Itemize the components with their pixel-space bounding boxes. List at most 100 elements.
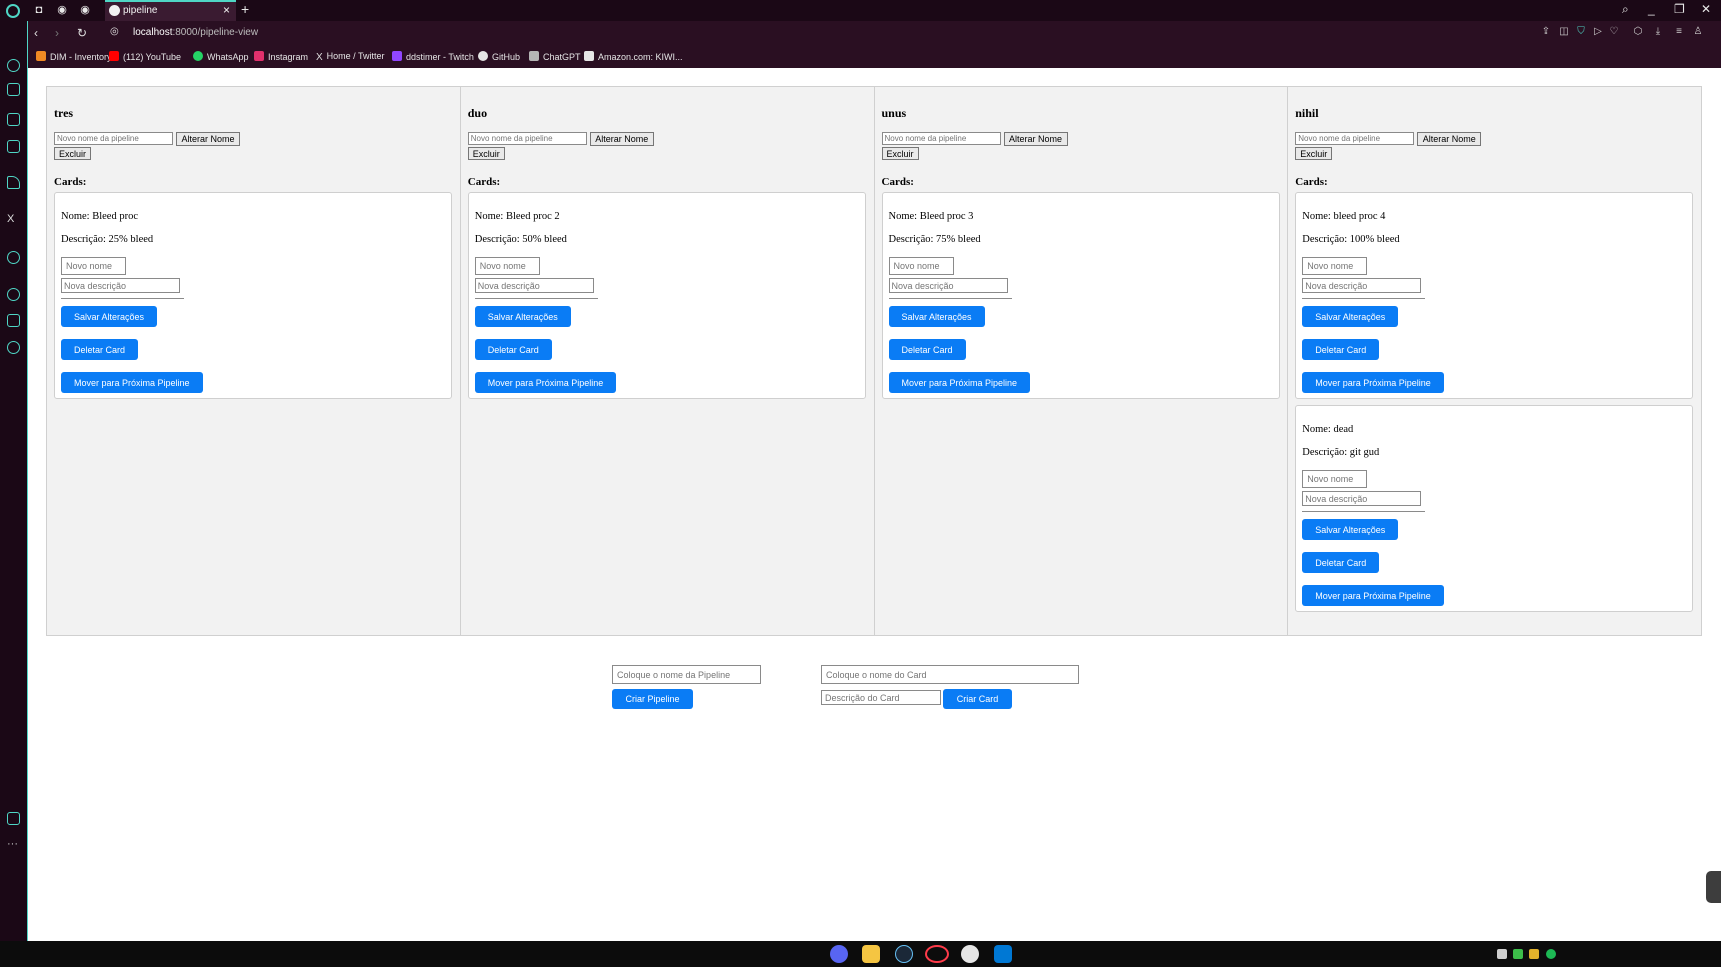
- card-description-input[interactable]: [1302, 491, 1422, 506]
- pipeline-rename-input[interactable]: [1295, 132, 1415, 145]
- delete-card-button[interactable]: Deletar Card: [61, 339, 139, 360]
- delete-pipeline-button[interactable]: Excluir: [467, 147, 505, 160]
- new-tab-icon[interactable]: +: [241, 1, 249, 17]
- chat-app-icon[interactable]: [961, 945, 979, 963]
- spotify-icon[interactable]: [1546, 949, 1556, 959]
- bookmark-amazon[interactable]: Amazon.com: KIWI...: [584, 51, 683, 62]
- save-card-button[interactable]: Salvar Alterações: [1302, 519, 1399, 540]
- browser-tab-bar: ◘ ◉ ◉ pipeline × + ⌕ _ ❐ ✕: [0, 0, 1721, 21]
- vscode-icon[interactable]: [994, 945, 1012, 963]
- gamepad-icon[interactable]: ◘: [32, 3, 46, 17]
- bookmark-github[interactable]: GitHub: [478, 51, 520, 62]
- share-icon[interactable]: ⇪: [1540, 26, 1552, 38]
- card-name-input[interactable]: [888, 257, 954, 275]
- x-sidebar-icon[interactable]: X: [7, 213, 20, 226]
- rename-pipeline-button[interactable]: Alterar Nome: [1003, 132, 1068, 146]
- card-name-input[interactable]: [1302, 257, 1368, 275]
- reload-icon[interactable]: ↻: [77, 26, 87, 40]
- back-icon[interactable]: ‹: [34, 26, 38, 40]
- instagram-sidebar-icon[interactable]: [7, 140, 20, 153]
- steam-icon[interactable]: [895, 945, 913, 963]
- active-tab[interactable]: pipeline ×: [105, 0, 236, 21]
- shield-icon[interactable]: ⛉: [1575, 26, 1587, 38]
- settings-icon[interactable]: [7, 341, 20, 354]
- save-card-button[interactable]: Salvar Alterações: [1302, 306, 1399, 327]
- opera-taskbar-icon[interactable]: [925, 945, 949, 963]
- bookmark-chatgpt[interactable]: ChatGPT: [529, 51, 581, 62]
- bookmark-twitch[interactable]: ddstimer - Twitch: [392, 51, 474, 62]
- card-description-input[interactable]: [474, 278, 594, 293]
- delete-card-button[interactable]: Deletar Card: [1302, 552, 1380, 573]
- bookmark-instagram[interactable]: Instagram: [254, 51, 308, 62]
- gallery-icon[interactable]: [7, 812, 20, 825]
- file-explorer-icon[interactable]: [862, 945, 880, 963]
- player-icon[interactable]: [7, 251, 20, 264]
- rename-pipeline-button[interactable]: Alterar Nome: [589, 132, 654, 146]
- pipeline-rename-input[interactable]: [881, 132, 1001, 145]
- opera-logo-icon[interactable]: [6, 4, 20, 18]
- card-name-input[interactable]: [474, 257, 540, 275]
- pipeline-rename-input[interactable]: [467, 132, 587, 145]
- restore-icon[interactable]: ❐: [1674, 2, 1685, 16]
- move-card-button[interactable]: Mover para Próxima Pipeline: [1302, 372, 1444, 393]
- cube-icon[interactable]: ⬡: [1632, 26, 1644, 38]
- create-card-description-input[interactable]: [821, 690, 941, 705]
- aria-icon[interactable]: [7, 176, 20, 189]
- pinned-tab-icon[interactable]: ◉: [78, 3, 92, 17]
- save-card-button[interactable]: Salvar Alterações: [474, 306, 571, 327]
- delete-pipeline-button[interactable]: Excluir: [881, 147, 919, 160]
- search-icon[interactable]: ⌕: [1622, 2, 1629, 17]
- history-icon[interactable]: [7, 288, 20, 301]
- minimize-icon[interactable]: _: [1648, 2, 1655, 16]
- move-card-button[interactable]: Mover para Próxima Pipeline: [888, 372, 1031, 393]
- rename-pipeline-button[interactable]: Alterar Nome: [176, 132, 240, 146]
- forward-icon[interactable]: ›: [55, 26, 59, 40]
- tray-icon[interactable]: [1529, 949, 1539, 959]
- bookmark-youtube[interactable]: (112) YouTube: [109, 51, 181, 62]
- create-pipeline-input[interactable]: [612, 665, 761, 684]
- play-icon[interactable]: ▷: [1592, 26, 1604, 38]
- discord-icon[interactable]: [830, 945, 848, 963]
- extensions-icon[interactable]: [7, 314, 20, 327]
- twitch-sidebar-icon[interactable]: [7, 113, 20, 126]
- profile-icon[interactable]: ♙: [1692, 26, 1704, 38]
- card-name-input[interactable]: [1302, 470, 1368, 488]
- bookmark-twitter[interactable]: X Home / Twitter: [316, 51, 385, 63]
- delete-pipeline-button[interactable]: Excluir: [1295, 147, 1333, 160]
- card-name-input[interactable]: [61, 257, 126, 275]
- more-icon[interactable]: ···: [7, 839, 20, 852]
- close-window-icon[interactable]: ✕: [1701, 2, 1711, 16]
- save-card-button[interactable]: Salvar Alterações: [888, 306, 985, 327]
- menu-icon[interactable]: ≡: [1673, 26, 1685, 38]
- create-card-button[interactable]: Criar Card: [943, 689, 1012, 709]
- nvidia-icon[interactable]: [1513, 949, 1523, 959]
- delete-card-button[interactable]: Deletar Card: [474, 339, 552, 360]
- url-field[interactable]: localhost:8000/pipeline-view: [133, 27, 258, 38]
- floating-widget-icon[interactable]: [1706, 871, 1721, 903]
- pipeline-rename-input[interactable]: [54, 132, 173, 145]
- create-pipeline-button[interactable]: Criar Pipeline: [612, 689, 693, 709]
- move-card-button[interactable]: Mover para Próxima Pipeline: [474, 372, 617, 393]
- move-card-button[interactable]: Mover para Próxima Pipeline: [1302, 585, 1444, 606]
- tray-icon[interactable]: [1497, 949, 1507, 959]
- shopping-bag-icon[interactable]: [7, 83, 20, 96]
- card-description-input[interactable]: [1302, 278, 1422, 293]
- close-tab-icon[interactable]: ×: [223, 3, 230, 17]
- speed-dial-icon[interactable]: [7, 59, 20, 72]
- bookmark-whatsapp[interactable]: WhatsApp: [193, 51, 249, 62]
- delete-pipeline-button[interactable]: Excluir: [54, 147, 91, 160]
- card-description-input[interactable]: [888, 278, 1008, 293]
- move-card-button[interactable]: Mover para Próxima Pipeline: [61, 372, 203, 393]
- download-icon[interactable]: ⤓: [1652, 26, 1664, 38]
- delete-card-button[interactable]: Deletar Card: [1302, 339, 1380, 360]
- save-card-button[interactable]: Salvar Alterações: [61, 306, 158, 327]
- bookmark-dim[interactable]: DIM - Inventory: [36, 51, 112, 62]
- pinned-tab-icon[interactable]: ◉: [55, 3, 69, 17]
- rename-pipeline-button[interactable]: Alterar Nome: [1417, 132, 1482, 146]
- card-description-input[interactable]: [61, 278, 180, 293]
- heart-icon[interactable]: ♡: [1608, 26, 1620, 38]
- create-card-name-input[interactable]: [821, 665, 1079, 684]
- camera-icon[interactable]: ◫: [1558, 26, 1570, 38]
- delete-card-button[interactable]: Deletar Card: [888, 339, 966, 360]
- site-info-icon[interactable]: ◎: [110, 26, 119, 37]
